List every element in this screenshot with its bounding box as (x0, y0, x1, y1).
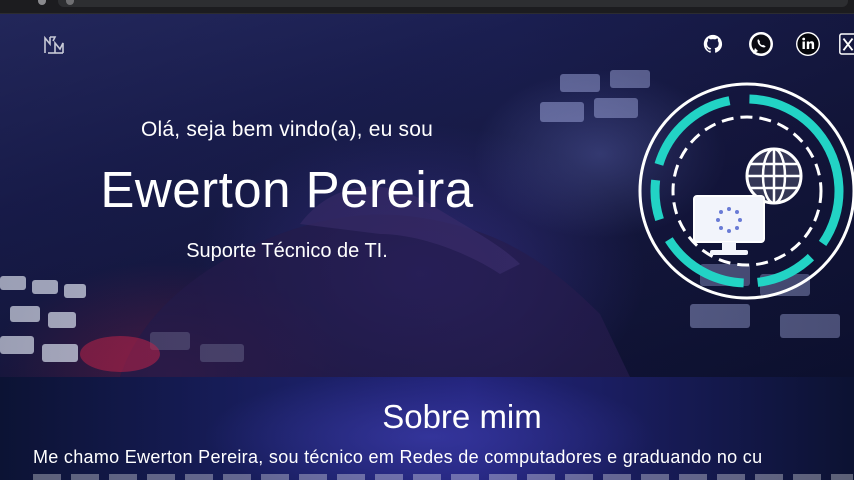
address-bar[interactable] (58, 0, 848, 7)
linkedin-icon[interactable] (795, 31, 821, 57)
hero-section: Olá, seja bem vindo(a), eu sou Ewerton P… (0, 14, 854, 377)
hero-intro: Olá, seja bem vindo(a), eu sou Ewerton P… (0, 14, 560, 377)
x-twitter-icon[interactable] (838, 31, 854, 57)
browser-toolbar (0, 0, 854, 14)
hero-role: Suporte Técnico de TI. (186, 240, 388, 262)
greeting-text: Olá, seja bem vindo(a), eu sou (141, 118, 433, 141)
whatsapp-icon[interactable] (748, 31, 774, 57)
github-icon[interactable] (700, 31, 726, 57)
hero-name: Ewerton Pereira (100, 161, 474, 218)
about-text: Me chamo Ewerton Pereira, sou técnico em… (33, 447, 763, 467)
about-text-next-line (33, 474, 853, 480)
about-section: Sobre mim Me chamo Ewerton Pereira, sou … (0, 377, 854, 480)
about-title: Sobre mim (382, 398, 542, 435)
it-support-illustration-icon (638, 82, 854, 300)
browser-button[interactable] (38, 0, 46, 5)
